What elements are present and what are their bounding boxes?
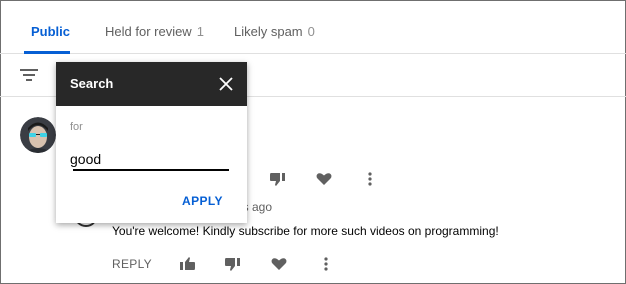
thumb-up-icon[interactable] xyxy=(178,255,196,273)
active-tab-indicator xyxy=(24,51,70,54)
more-vert-icon[interactable] xyxy=(317,255,335,273)
tab-held-count: 1 xyxy=(196,24,204,39)
search-for-label: for xyxy=(70,121,83,133)
reply-button[interactable]: REPLY xyxy=(112,257,152,271)
search-input-underline xyxy=(73,169,229,171)
tab-likely-spam[interactable]: Likely spam 0 xyxy=(234,24,315,39)
search-popup-header: Search xyxy=(56,62,247,106)
reply-actions xyxy=(178,255,338,275)
tab-public[interactable]: Public xyxy=(31,24,70,39)
tab-bar: Public Held for review 1 Likely spam 0 xyxy=(0,0,626,54)
comment-text: You're welcome! Kindly subscribe for mor… xyxy=(112,224,499,238)
more-vert-icon[interactable] xyxy=(361,170,379,188)
avatar[interactable] xyxy=(20,117,56,153)
filter-icon[interactable] xyxy=(20,68,38,82)
apply-button[interactable]: APPLY xyxy=(182,194,223,208)
close-icon[interactable] xyxy=(217,75,235,93)
tab-spam-label: Likely spam xyxy=(234,24,303,39)
tab-held-label: Held for review xyxy=(105,24,192,39)
search-popup: Search for APPLY xyxy=(56,62,247,223)
comment-actions xyxy=(269,170,389,190)
thumb-down-icon[interactable] xyxy=(269,170,287,188)
search-popup-title: Search xyxy=(70,76,114,91)
search-input[interactable] xyxy=(70,148,228,170)
thumb-down-icon[interactable] xyxy=(224,255,242,273)
tab-public-label: Public xyxy=(31,24,71,39)
tab-held-for-review[interactable]: Held for review 1 xyxy=(105,24,204,39)
heart-icon[interactable] xyxy=(315,170,333,188)
heart-icon[interactable] xyxy=(270,255,288,273)
tab-spam-count: 0 xyxy=(307,24,315,39)
